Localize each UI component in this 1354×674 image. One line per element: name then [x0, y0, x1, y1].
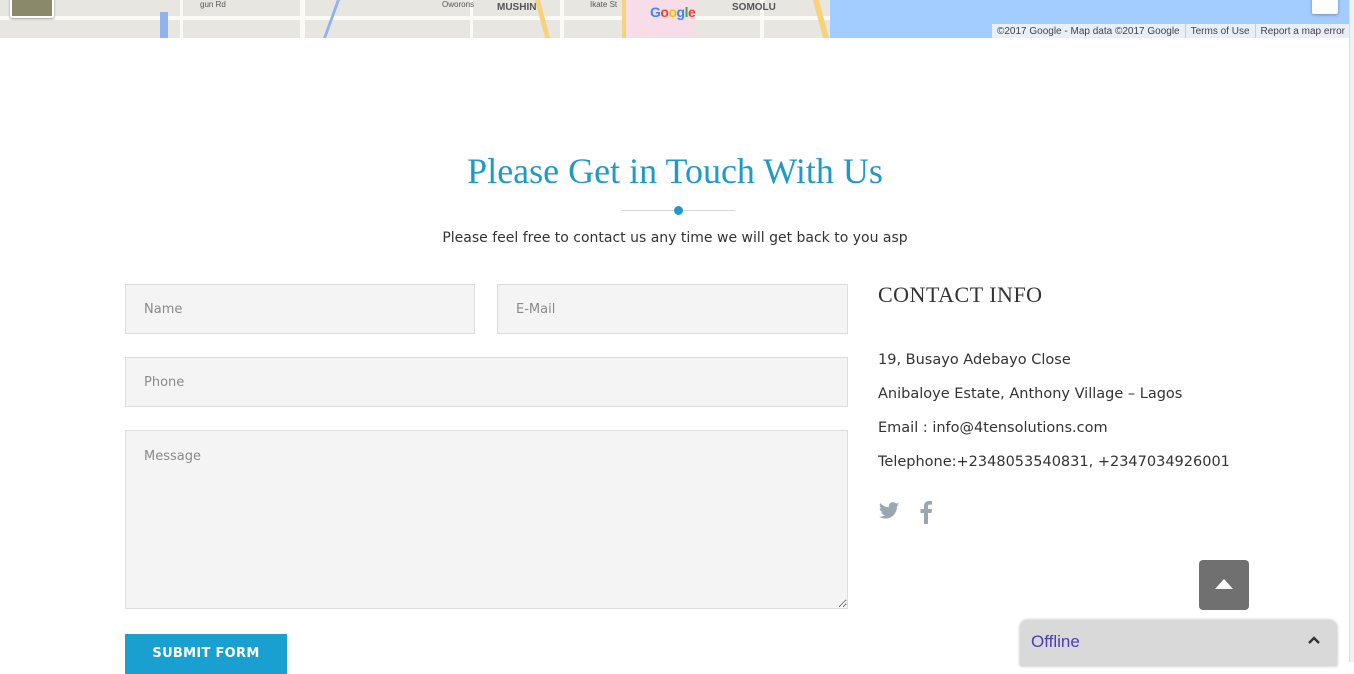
contact-address-line1: 19, Busayo Adebayo Close — [878, 352, 1071, 368]
title-divider-dot — [674, 206, 683, 215]
submit-form-button[interactable]: SUBMIT FORM — [125, 634, 287, 674]
contact-telephone: Telephone:+2348053540831, +2347034926001 — [878, 454, 1230, 470]
chevron-up-icon[interactable] — [1307, 632, 1321, 651]
chat-status: Offline — [1031, 632, 1080, 651]
twitter-icon[interactable] — [878, 500, 900, 526]
map-label-mushin: MUSHIN — [497, 2, 537, 13]
caret-up-icon — [1215, 579, 1233, 589]
map-fullscreen-button[interactable] — [1312, 0, 1338, 14]
map-label-ikate-st: Ikate St — [590, 0, 618, 9]
live-chat-widget[interactable]: Offline — [1020, 620, 1337, 666]
phone-input[interactable] — [125, 357, 848, 407]
map-label-oworons: Oworons — [442, 0, 475, 9]
scroll-to-top-button[interactable] — [1199, 560, 1249, 610]
page-subtitle: Please feel free to contact us any time … — [442, 230, 908, 246]
map-attribution-bar: ©2017 Google - Map data ©2017 Google Ter… — [991, 24, 1350, 38]
contact-address-line2: Anibaloye Estate, Anthony Village – Lago… — [878, 386, 1183, 402]
google-logo[interactable]: Google — [650, 4, 696, 20]
message-textarea[interactable] — [125, 430, 848, 609]
page-title: Please Get in Touch With Us — [467, 151, 883, 191]
name-input[interactable] — [125, 284, 475, 334]
contact-info-title: CONTACT INFO — [878, 282, 1043, 307]
facebook-icon[interactable] — [918, 500, 934, 528]
map-attribution: ©2017 Google - Map data ©2017 Google — [996, 26, 1180, 37]
map-embed[interactable]: MUSHIN SOMOLU Oworons gun Rd Ikate St Go… — [0, 0, 1350, 38]
terms-of-use-link[interactable]: Terms of Use — [1184, 24, 1255, 38]
contact-email: Email : info@4tensolutions.com — [878, 420, 1108, 436]
map-satellite-thumbnail[interactable] — [10, 0, 54, 18]
map-label-gun-rd: gun Rd — [200, 0, 226, 9]
map-label-somolu: SOMOLU — [732, 2, 776, 13]
report-map-error-link[interactable]: Report a map error — [1254, 24, 1350, 38]
email-input[interactable] — [497, 284, 848, 334]
page-scrollbar[interactable] — [1349, 0, 1354, 662]
